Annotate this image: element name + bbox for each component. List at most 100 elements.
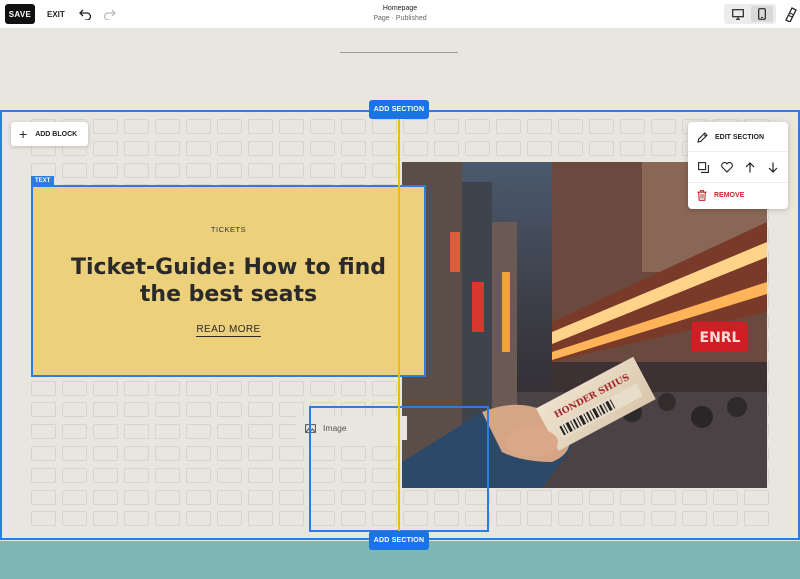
- grid-cell: [279, 511, 304, 527]
- grid-cell: [124, 511, 149, 527]
- grid-cell: [124, 380, 149, 396]
- grid-cell: [155, 162, 180, 178]
- grid-cell: [31, 489, 56, 505]
- grid-cell: [62, 402, 87, 418]
- grid-cell: [341, 140, 366, 156]
- header-divider: [340, 52, 458, 53]
- grid-cell: [558, 119, 583, 134]
- undo-icon[interactable]: [77, 6, 93, 22]
- grid-cell: [217, 380, 242, 396]
- grid-cell: [372, 119, 397, 134]
- grid-cell: [651, 140, 676, 156]
- grid-cell: [124, 119, 149, 134]
- grid-cell: [155, 402, 180, 418]
- grid-cell: [248, 467, 273, 483]
- grid-cell: [527, 140, 552, 156]
- grid-cell: [62, 380, 87, 396]
- text-block[interactable]: TICKETS Ticket-Guide: How to find the be…: [31, 185, 426, 377]
- grid-cell: [217, 467, 242, 483]
- grid-cell: [279, 489, 304, 505]
- grid-cell: [589, 140, 614, 156]
- duplicate-icon[interactable]: [695, 158, 713, 176]
- grid-cell: [589, 119, 614, 134]
- remove-label: REMOVE: [714, 191, 745, 199]
- pencil-icon: [697, 131, 708, 143]
- grid-cell: [372, 380, 397, 396]
- edit-section-button[interactable]: EDIT SECTION: [688, 126, 788, 148]
- grid-cell: [620, 511, 645, 527]
- grid-cell: [124, 446, 149, 461]
- grid-cell: [744, 511, 769, 527]
- grid-cell: [186, 380, 211, 396]
- grid-cell: [93, 119, 118, 134]
- grid-cell: [62, 511, 87, 527]
- grid-cell: [341, 162, 366, 178]
- grid-cell: [31, 424, 56, 440]
- grid-cell: [155, 511, 180, 527]
- grid-cell: [465, 140, 490, 156]
- grid-cell: [527, 119, 552, 134]
- grid-cell: [124, 489, 149, 505]
- editor-toolbar: SAVE EXIT Homepage Page · Published: [0, 0, 800, 29]
- grid-cell: [589, 511, 614, 527]
- grid-cell: [527, 489, 552, 505]
- grid-cell: [62, 424, 87, 440]
- grid-cell: [124, 162, 149, 178]
- headline: Ticket-Guide: How to find the best seats: [70, 255, 387, 307]
- grid-cell: [217, 119, 242, 134]
- read-more-link[interactable]: READ MORE: [196, 324, 261, 337]
- grid-cell: [341, 119, 366, 134]
- svg-text:ENRL: ENRL: [700, 330, 741, 346]
- grid-cell: [496, 489, 521, 505]
- add-section-top-button[interactable]: ADD SECTION: [369, 100, 429, 119]
- grid-cell: [496, 119, 521, 134]
- remove-section-button[interactable]: REMOVE: [688, 184, 788, 206]
- grid-cell: [310, 119, 335, 134]
- grid-cell: [93, 162, 118, 178]
- mobile-icon[interactable]: [751, 6, 773, 22]
- design-icon[interactable]: [783, 5, 799, 23]
- grid-cell: [465, 119, 490, 134]
- page-status: Page · Published: [373, 15, 427, 22]
- page-info[interactable]: Homepage Page · Published: [300, 4, 500, 24]
- save-button[interactable]: SAVE: [5, 4, 35, 24]
- grid-cell: [682, 489, 707, 505]
- menu-divider: [688, 182, 788, 183]
- grid-cell: [589, 489, 614, 505]
- grid-cell: [186, 119, 211, 134]
- grid-cell: [651, 119, 676, 134]
- plus-icon: +: [19, 126, 28, 142]
- grid-cell: [434, 140, 459, 156]
- desktop-icon[interactable]: [727, 6, 749, 22]
- grid-cell: [248, 402, 273, 418]
- arrow-up-icon[interactable]: [741, 158, 759, 176]
- grid-cell: [558, 489, 583, 505]
- grid-cell: [31, 511, 56, 527]
- redo-icon[interactable]: [101, 6, 117, 22]
- eyebrow-label: TICKETS: [210, 225, 247, 234]
- grid-cell: [124, 467, 149, 483]
- grid-cell: [279, 162, 304, 178]
- exit-button[interactable]: EXIT: [42, 4, 70, 24]
- add-section-bottom-button[interactable]: ADD SECTION: [369, 531, 429, 550]
- grid-cell: [186, 140, 211, 156]
- grid-cell: [310, 140, 335, 156]
- grid-cell: [93, 446, 118, 461]
- grid-cell: [310, 380, 335, 396]
- grid-cell: [124, 402, 149, 418]
- grid-cell: [62, 162, 87, 178]
- grid-cell: [155, 424, 180, 440]
- grid-cell: [124, 140, 149, 156]
- grid-cell: [124, 424, 149, 440]
- grid-cell: [217, 446, 242, 461]
- grid-cell: [403, 140, 428, 156]
- add-block-button[interactable]: + ADD BLOCK: [11, 122, 88, 146]
- grid-cell: [279, 140, 304, 156]
- grid-cell: [217, 162, 242, 178]
- heart-icon[interactable]: [718, 158, 736, 176]
- grid-cell: [248, 446, 273, 461]
- arrow-down-icon[interactable]: [764, 158, 782, 176]
- grid-cell: [651, 511, 676, 527]
- grid-cell: [372, 140, 397, 156]
- grid-cell: [713, 511, 738, 527]
